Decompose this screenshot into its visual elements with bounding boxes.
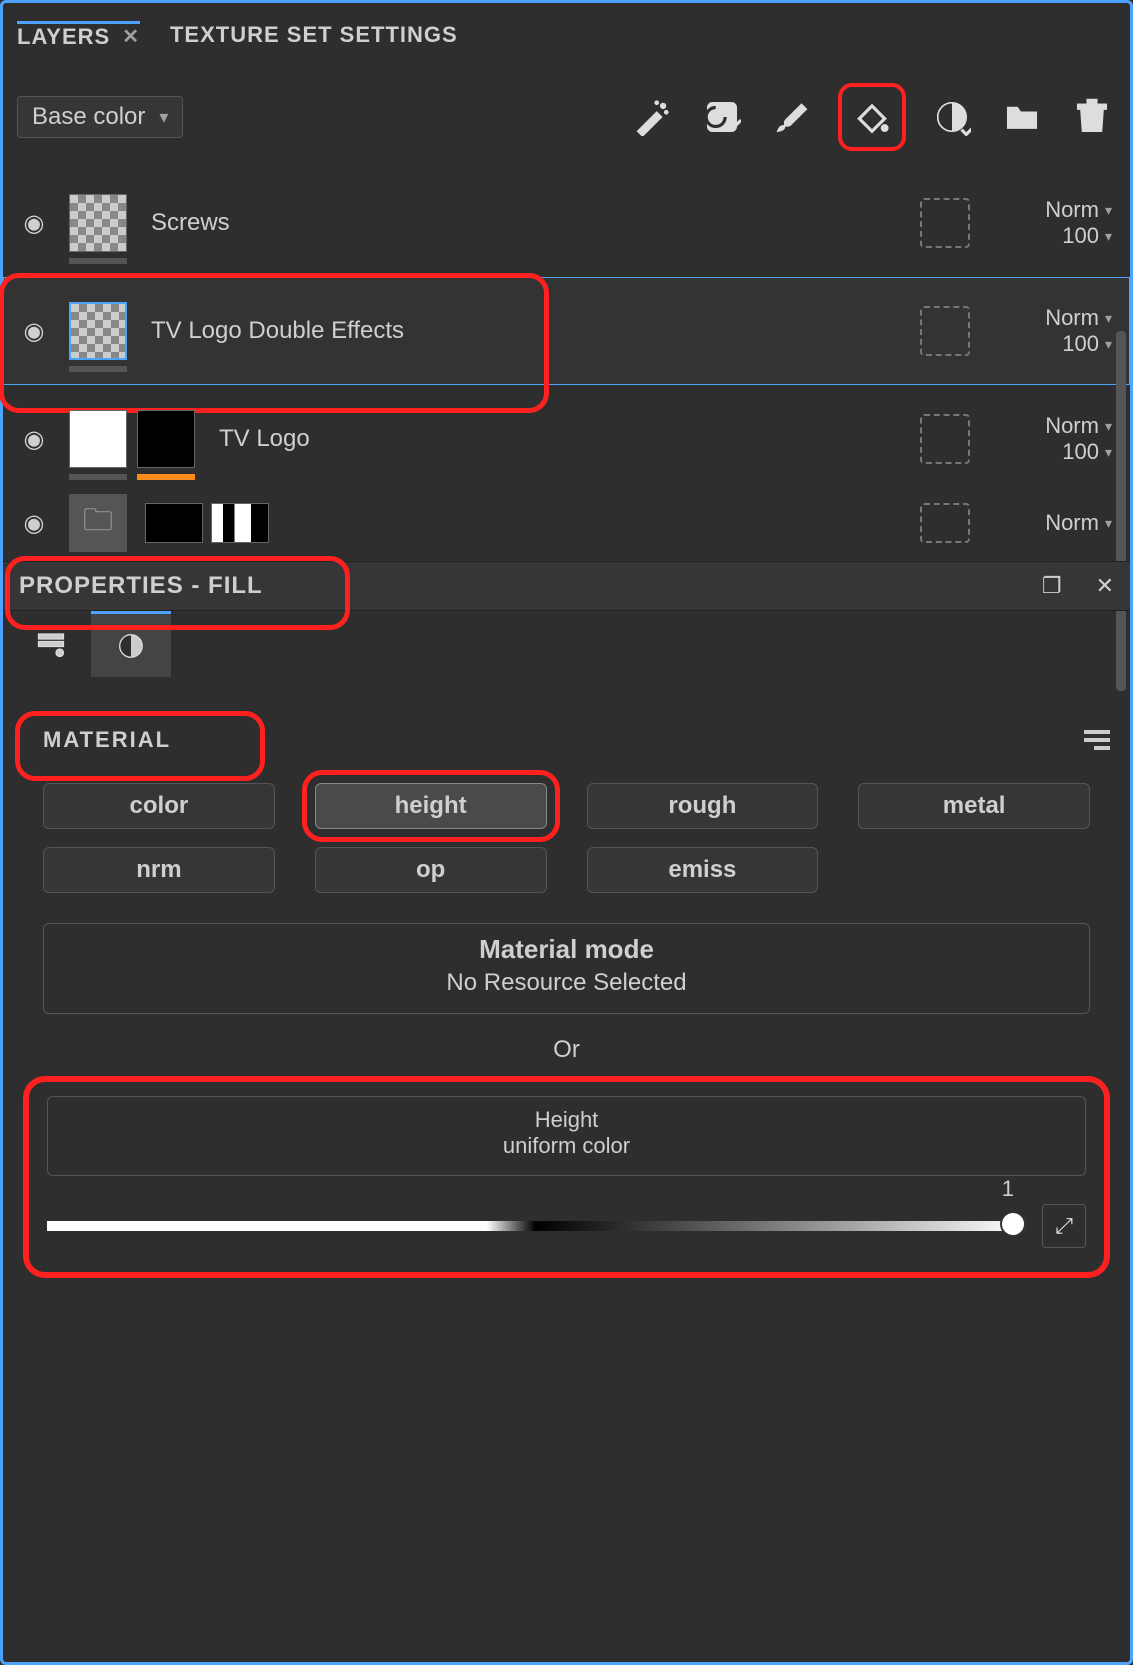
layer-mask-thumb[interactable]	[137, 410, 195, 468]
properties-title: PROPERTIES - FILL	[19, 572, 263, 600]
visibility-toggle[interactable]: ◉	[17, 509, 51, 538]
or-label: Or	[3, 1034, 1130, 1066]
channel-height[interactable]: height	[315, 783, 547, 829]
smart-material-icon[interactable]	[928, 93, 976, 141]
layer-mask-slot[interactable]	[920, 503, 970, 543]
material-menu-icon[interactable]	[1084, 730, 1110, 750]
channel-emiss[interactable]: emiss	[587, 847, 819, 893]
visibility-toggle[interactable]: ◉	[17, 317, 51, 346]
channel-selector-value: Base color	[32, 103, 145, 131]
height-sublabel: uniform color	[48, 1133, 1085, 1159]
brush-icon[interactable]	[768, 93, 816, 141]
properties-subtabs	[3, 611, 1130, 677]
close-icon[interactable]: ✕	[122, 24, 140, 49]
chevron-down-icon: ▾	[1105, 336, 1112, 353]
paint-bucket-icon[interactable]	[838, 83, 906, 151]
magic-wand-icon[interactable]	[628, 93, 676, 141]
blend-mode-select[interactable]: Norm▾	[996, 510, 1112, 536]
layer-thumb[interactable]	[69, 302, 127, 360]
chevron-down-icon: ▾	[1105, 202, 1112, 219]
layer-thumb[interactable]	[69, 194, 127, 252]
layer-row-tv-logo-double-effects[interactable]: ◉ TV Logo Double Effects Norm▾ 100▾	[3, 277, 1130, 385]
height-slider-row: 1 ⤢	[47, 1204, 1086, 1248]
layer-blend-controls: Norm▾ 100▾	[996, 413, 1116, 465]
height-panel: Height uniform color 1 ⤢	[23, 1076, 1110, 1278]
material-mode-label: Material mode	[44, 934, 1089, 965]
chevron-down-icon: ▾	[1105, 444, 1112, 461]
layers-scrollbar[interactable]	[1116, 331, 1126, 691]
blend-mode-select[interactable]: Norm▾	[996, 305, 1112, 331]
undock-icon[interactable]: ❐	[1042, 573, 1062, 599]
channel-op[interactable]: op	[315, 847, 547, 893]
layer-name[interactable]: TV Logo	[213, 425, 902, 453]
layer-opacity-bar	[69, 258, 127, 264]
material-channels: color height rough metal nrm op emiss	[3, 773, 1130, 903]
height-label: Height	[48, 1107, 1085, 1133]
layers-list: ◉ Screws Norm▾ 100▾ ◉ TV Logo Double Eff…	[3, 161, 1130, 561]
channel-selector[interactable]: Base color ▾	[17, 96, 183, 138]
reload-checked-icon[interactable]	[698, 93, 746, 141]
visibility-toggle[interactable]: ◉	[17, 209, 51, 238]
chevron-down-icon: ▾	[1105, 418, 1112, 435]
trash-icon[interactable]	[1068, 93, 1116, 141]
subtab-material[interactable]	[91, 611, 171, 677]
opacity-select[interactable]: 100▾	[996, 439, 1112, 465]
material-mode-value: No Resource Selected	[44, 969, 1089, 997]
folder-icon[interactable]	[998, 93, 1046, 141]
layer-mask-slot[interactable]	[920, 414, 970, 464]
material-mode-box[interactable]: Material mode No Resource Selected	[43, 923, 1090, 1014]
height-slider[interactable]	[47, 1221, 1024, 1231]
chevron-down-icon: ▾	[159, 107, 168, 128]
layer-row-screws[interactable]: ◉ Screws Norm▾ 100▾	[3, 169, 1130, 277]
layer-mask-slot[interactable]	[920, 198, 970, 248]
layer-tool-icons	[628, 83, 1116, 151]
material-header: MATERIAL	[3, 707, 1130, 773]
folder-icon[interactable]: 🗀	[69, 494, 127, 552]
layer-opacity-bar	[69, 366, 127, 372]
tab-texture-label: TEXTURE SET SETTINGS	[170, 22, 458, 48]
blend-mode-select[interactable]: Norm▾	[996, 413, 1112, 439]
tab-layers[interactable]: LAYERS ✕	[17, 21, 140, 56]
chevron-down-icon: ▾	[1105, 228, 1112, 245]
channel-metal[interactable]: metal	[858, 783, 1090, 829]
layer-row-tv-logo[interactable]: ◉ TV Logo Norm▾ 100▾	[3, 385, 1130, 493]
layer-thumb[interactable]	[69, 410, 127, 468]
blend-mode-select[interactable]: Norm▾	[996, 197, 1112, 223]
app-root: LAYERS ✕ TEXTURE SET SETTINGS Base color…	[0, 0, 1133, 1665]
layer-blend-controls: Norm▾ 100▾	[996, 197, 1116, 249]
layer-thumb[interactable]	[145, 503, 203, 543]
layer-opacity-bar	[137, 474, 195, 480]
layer-name[interactable]: TV Logo Double Effects	[145, 317, 902, 345]
material-title: MATERIAL	[23, 727, 171, 753]
layer-mask-slot[interactable]	[920, 306, 970, 356]
height-box[interactable]: Height uniform color	[47, 1096, 1086, 1176]
layer-name[interactable]: Screws	[145, 209, 902, 237]
layer-row-folder[interactable]: ◉ 🗀 Norm▾	[3, 493, 1130, 553]
channel-color[interactable]: color	[43, 783, 275, 829]
layer-blend-controls: Norm▾ 100▾	[996, 305, 1116, 357]
reset-icon[interactable]: ⤢	[1042, 1204, 1086, 1248]
layers-toolbar: Base color ▾	[3, 63, 1130, 161]
opacity-select[interactable]: 100▾	[996, 331, 1112, 357]
tab-texture-set[interactable]: TEXTURE SET SETTINGS	[170, 22, 458, 54]
height-value: 1	[1002, 1176, 1014, 1202]
layer-thumb[interactable]	[211, 503, 269, 543]
opacity-select[interactable]: 100▾	[996, 223, 1112, 249]
chevron-down-icon: ▾	[1105, 310, 1112, 327]
visibility-toggle[interactable]: ◉	[17, 425, 51, 454]
panel-tabs: LAYERS ✕ TEXTURE SET SETTINGS	[3, 3, 1130, 63]
properties-header: PROPERTIES - FILL ❐ ✕	[3, 561, 1130, 611]
layer-blend-controls: Norm▾	[996, 510, 1116, 536]
layer-opacity-bar	[69, 474, 127, 480]
subtab-settings[interactable]	[11, 611, 91, 677]
channel-rough[interactable]: rough	[587, 783, 819, 829]
tab-layers-label: LAYERS	[17, 24, 110, 50]
slider-handle[interactable]	[1002, 1213, 1024, 1235]
close-icon[interactable]: ✕	[1096, 573, 1114, 599]
channel-nrm[interactable]: nrm	[43, 847, 275, 893]
chevron-down-icon: ▾	[1105, 515, 1112, 532]
